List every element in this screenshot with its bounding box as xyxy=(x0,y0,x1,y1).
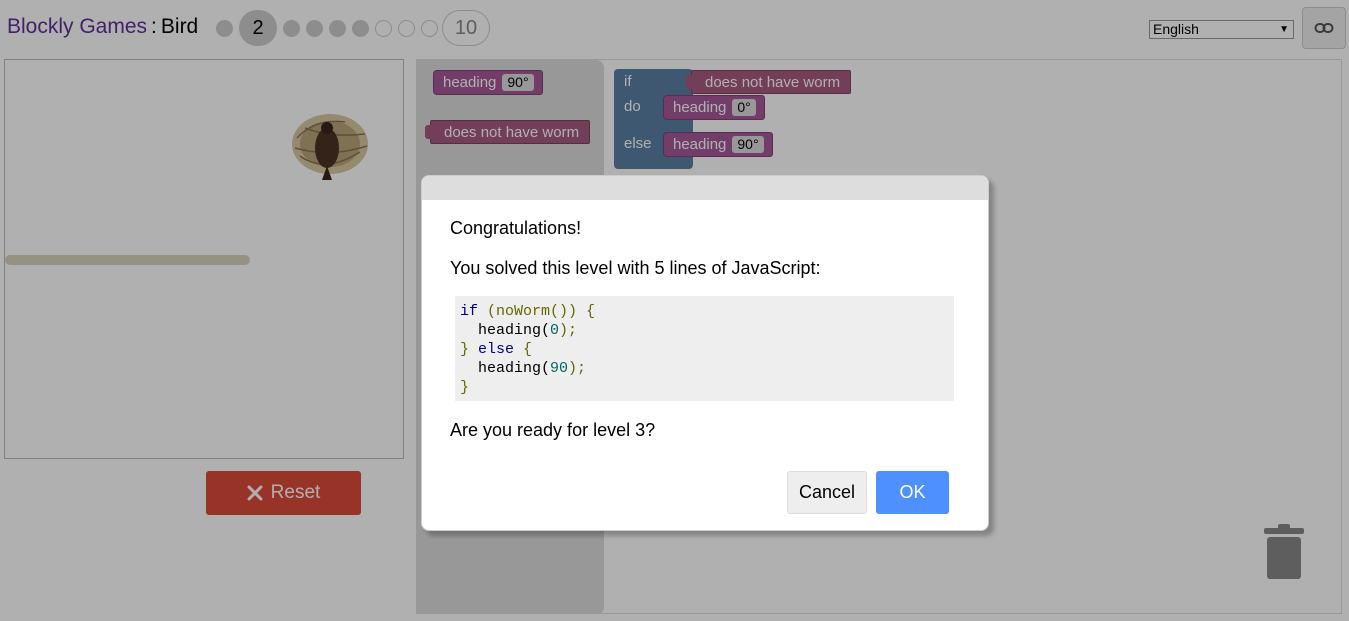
code-text: ); xyxy=(568,360,587,377)
code-text: } xyxy=(460,341,479,358)
code-keyword: if xyxy=(460,303,479,320)
code-text: { xyxy=(586,303,596,320)
code-text: { xyxy=(514,341,533,358)
dialog-title: Congratulations! xyxy=(450,218,582,238)
congratulations-dialog: Congratulations! You solved this level w… xyxy=(421,175,989,531)
code-text: ); xyxy=(559,322,578,339)
ok-button[interactable]: OK xyxy=(876,471,949,514)
code-text: heading( xyxy=(460,322,551,339)
code-text: (noWorm()) xyxy=(478,303,587,320)
dialog-message: You solved this level with 5 lines of Ja… xyxy=(450,258,821,278)
code-number: 90 xyxy=(550,360,569,377)
dialog-titlebar xyxy=(422,176,988,200)
code-number: 0 xyxy=(550,322,560,339)
dialog-question: Are you ready for level 3? xyxy=(450,420,656,440)
code-text: heading( xyxy=(460,360,551,377)
code-listing: if (noWorm()) { heading(0); } else { hea… xyxy=(455,296,954,401)
code-keyword: else xyxy=(478,341,515,358)
code-text: } xyxy=(460,379,470,396)
cancel-button[interactable]: Cancel xyxy=(787,471,867,514)
